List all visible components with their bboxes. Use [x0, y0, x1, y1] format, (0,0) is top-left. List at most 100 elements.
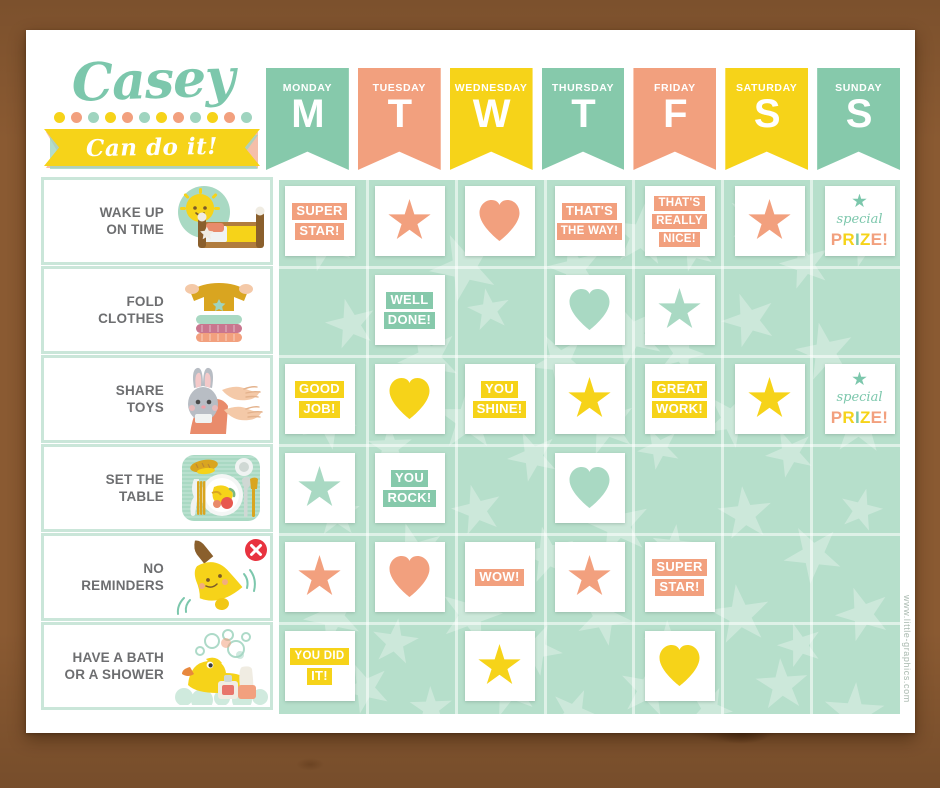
chart-cell[interactable]: [819, 625, 900, 707]
chart-cell[interactable]: [279, 269, 360, 351]
chart-cell[interactable]: WOW!: [459, 536, 540, 618]
chart-cell[interactable]: THAT'S THE WAY!: [549, 180, 630, 262]
sticker-text-line: DONE!: [383, 311, 436, 329]
sticker-text-line: SUPER: [652, 558, 707, 576]
decorative-dot: [156, 112, 167, 123]
chart-cell[interactable]: [729, 447, 810, 529]
reward-sticker[interactable]: YOU SHINE!: [464, 364, 535, 434]
reward-sticker[interactable]: [554, 364, 625, 434]
chart-cell[interactable]: [639, 625, 720, 707]
reward-sticker[interactable]: special PRIZE!: [824, 364, 895, 434]
day-header-row: MONDAY M TUESDAY T WEDNESDAY W THURSDAY T FRIDAY…: [266, 68, 901, 170]
chart-cell[interactable]: special PRIZE!: [819, 358, 900, 440]
star-icon: [388, 199, 431, 240]
chart-cell[interactable]: [819, 447, 900, 529]
reward-chart-sheet: Casey Can do it! MONDAY M TUESDAY T WEDNESDA…: [26, 30, 915, 733]
chart-row: SHARE TOYS GOOD JOB! YOU SHINE! GREAT WO…: [44, 358, 900, 440]
chart-cell[interactable]: [549, 269, 630, 351]
reward-sticker[interactable]: WOW!: [464, 542, 535, 612]
star-icon: [748, 199, 791, 240]
day-flag-saturday: SATURDAY S: [725, 68, 809, 170]
chart-cell[interactable]: WELL DONE!: [369, 269, 450, 351]
heart-icon: [658, 644, 702, 688]
star-icon: [478, 644, 521, 685]
reward-sticker[interactable]: [284, 542, 355, 612]
chart-cell[interactable]: [729, 625, 810, 707]
rubber-duck-bath-icon: [170, 627, 268, 705]
reward-sticker[interactable]: SUPER STAR!: [284, 186, 355, 256]
chart-cell[interactable]: YOU SHINE!: [459, 358, 540, 440]
chart-cell[interactable]: special PRIZE!: [819, 180, 900, 262]
chart-cell[interactable]: [369, 536, 450, 618]
chart-cell[interactable]: [279, 447, 360, 529]
reward-sticker[interactable]: SUPER STAR!: [644, 542, 715, 612]
reward-sticker[interactable]: THAT'S REALLY NICE!: [644, 186, 715, 256]
day-initial-label: W: [472, 92, 511, 136]
reward-sticker[interactable]: GREAT WORK!: [644, 364, 715, 434]
folded-clothes-icon: [170, 271, 268, 349]
reward-sticker[interactable]: [374, 542, 445, 612]
reward-sticker[interactable]: [464, 631, 535, 701]
heart-icon: [568, 288, 612, 332]
chart-row: SET THE TABLE YOU ROCK!: [44, 447, 900, 529]
bed-and-sun-icon: [170, 182, 268, 260]
reward-sticker[interactable]: [284, 453, 355, 523]
chart-cell[interactable]: THAT'S REALLY NICE!: [639, 180, 720, 262]
reward-sticker[interactable]: [554, 542, 625, 612]
chart-cell[interactable]: [639, 447, 720, 529]
chart-cell[interactable]: [819, 269, 900, 351]
reward-sticker[interactable]: [464, 186, 535, 256]
chart-cell[interactable]: [459, 180, 540, 262]
day-initial-label: S: [845, 92, 873, 136]
day-initial-label: S: [753, 92, 781, 136]
chart-cell[interactable]: [549, 536, 630, 618]
reward-sticker[interactable]: [374, 186, 445, 256]
reward-sticker[interactable]: [554, 453, 625, 523]
day-initial-label: M: [291, 92, 324, 136]
chart-cell[interactable]: [729, 358, 810, 440]
sticker-text-line: GREAT: [652, 380, 707, 398]
heart-icon: [568, 466, 612, 510]
chart-cell[interactable]: YOU ROCK!: [369, 447, 450, 529]
task-card: NO REMINDERS: [44, 536, 270, 618]
task-card: WAKE UP ON TIME: [44, 180, 270, 262]
chart-cell[interactable]: GREAT WORK!: [639, 358, 720, 440]
chart-cell[interactable]: [279, 536, 360, 618]
reward-sticker[interactable]: [734, 364, 805, 434]
chart-cell[interactable]: [549, 625, 630, 707]
reward-sticker[interactable]: [644, 275, 715, 345]
chart-cell[interactable]: [369, 358, 450, 440]
chart-cell[interactable]: [729, 180, 810, 262]
chart-cell[interactable]: [639, 269, 720, 351]
chart-cell[interactable]: SUPER STAR!: [279, 180, 360, 262]
chart-cell[interactable]: GOOD JOB!: [279, 358, 360, 440]
chart-cell[interactable]: [819, 536, 900, 618]
reward-sticker[interactable]: [554, 275, 625, 345]
decorative-dot: [105, 112, 116, 123]
reward-sticker[interactable]: GOOD JOB!: [284, 364, 355, 434]
sticker-text-line: THE WAY!: [556, 222, 623, 240]
reward-sticker[interactable]: THAT'S THE WAY!: [554, 186, 625, 256]
chart-cell[interactable]: [459, 447, 540, 529]
reward-sticker[interactable]: [644, 631, 715, 701]
reward-sticker[interactable]: [734, 186, 805, 256]
reward-sticker[interactable]: YOU DID IT!: [284, 631, 355, 701]
chart-cell[interactable]: YOU DID IT!: [279, 625, 360, 707]
chart-cell[interactable]: [549, 358, 630, 440]
reward-sticker[interactable]: WELL DONE!: [374, 275, 445, 345]
chart-cell[interactable]: [369, 625, 450, 707]
day-initial-label: T: [571, 92, 595, 136]
chart-cell[interactable]: [549, 447, 630, 529]
reward-sticker[interactable]: special PRIZE!: [824, 186, 895, 256]
task-label: WAKE UP ON TIME: [99, 205, 164, 237]
reward-sticker[interactable]: YOU ROCK!: [374, 453, 445, 523]
sticker-text-line: IT!: [307, 667, 332, 685]
chart-cell[interactable]: SUPER STAR!: [639, 536, 720, 618]
chart-cell[interactable]: [369, 180, 450, 262]
reward-sticker[interactable]: [374, 364, 445, 434]
chart-cell[interactable]: [459, 625, 540, 707]
chart-cell[interactable]: [459, 269, 540, 351]
chart-row: FOLD CLOTHES WELL DONE!: [44, 269, 900, 351]
chart-cell[interactable]: [729, 536, 810, 618]
chart-cell[interactable]: [729, 269, 810, 351]
